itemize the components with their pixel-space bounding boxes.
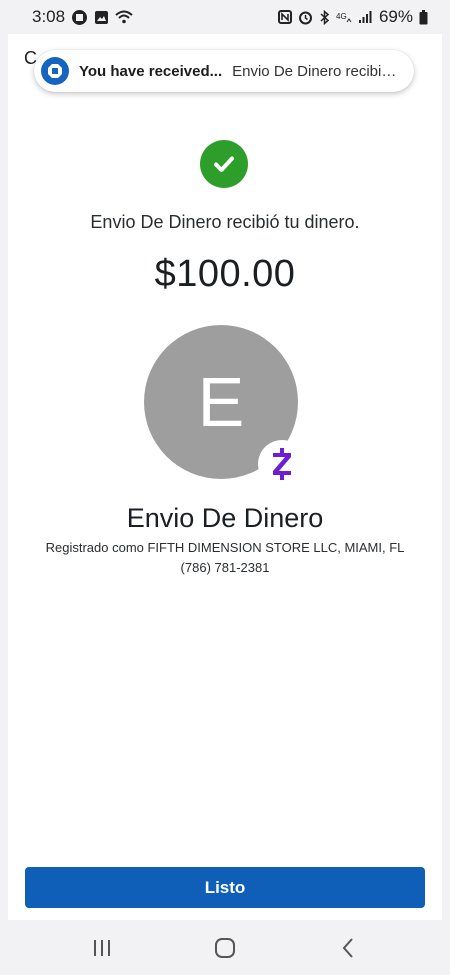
- recent-apps-icon: [93, 939, 110, 956]
- zelle-icon: [258, 440, 306, 488]
- status-bar-left: 3:08: [32, 7, 133, 27]
- recipient-name: Envio De Dinero: [126, 503, 324, 533]
- battery-icon: [419, 9, 428, 25]
- alarm-icon: [298, 10, 313, 25]
- done-button[interactable]: Listo: [25, 867, 425, 908]
- 4g-icon: 4G: [336, 10, 352, 24]
- success-check-icon: [200, 140, 248, 188]
- home-button[interactable]: [205, 928, 245, 968]
- status-bar: 3:08 4G 69%: [0, 0, 450, 34]
- app-notification-icon: [71, 9, 88, 26]
- battery-percent: 69%: [378, 7, 413, 26]
- nfc-icon: [277, 10, 292, 24]
- notification-toast[interactable]: You have received... Envio De Dinero rec…: [34, 50, 414, 92]
- status-time: 3:08: [32, 7, 66, 26]
- bluetooth-icon: [319, 9, 330, 25]
- payment-amount: $100.00: [154, 253, 296, 295]
- home-icon: [214, 937, 235, 958]
- back-icon: [342, 937, 354, 958]
- notification-body: Envio De Dinero recibió...: [232, 62, 402, 80]
- gallery-icon: [94, 10, 109, 25]
- notification-title: You have received...: [79, 62, 223, 80]
- svg-text:4G: 4G: [336, 12, 347, 21]
- back-button[interactable]: [328, 928, 368, 968]
- wifi-icon: [115, 10, 133, 24]
- chase-logo-icon: [41, 57, 69, 85]
- confirmation-message: Envio De Dinero recibió tu dinero.: [90, 212, 360, 232]
- system-nav-bar: [0, 920, 450, 975]
- signal-icon: [358, 10, 373, 24]
- status-bar-right: 4G 69%: [277, 7, 428, 27]
- avatar-initial: E: [197, 363, 245, 441]
- recent-apps-button[interactable]: [82, 928, 122, 968]
- recipient-registration: Registrado como FIFTH DIMENSION STORE LL…: [45, 540, 405, 555]
- recipient-phone: (786) 781-2381: [180, 560, 270, 575]
